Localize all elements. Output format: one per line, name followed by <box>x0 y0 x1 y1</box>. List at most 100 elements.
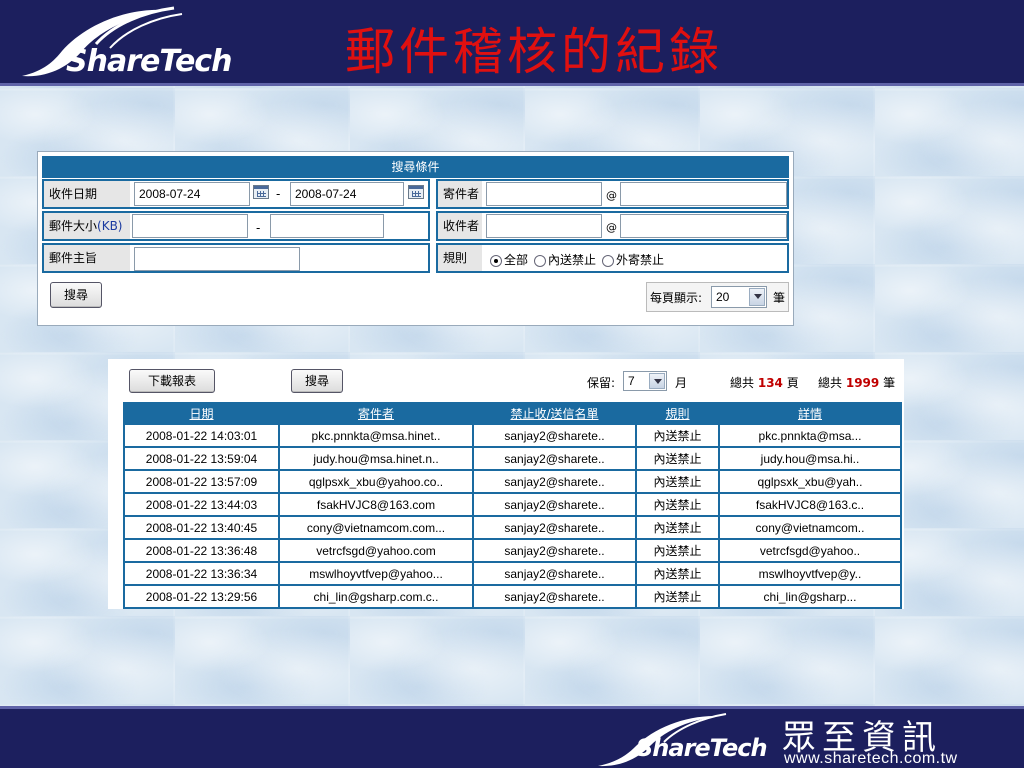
cell-details[interactable]: qglpsxk_xbu@yah.. <box>720 471 900 492</box>
results-panel: 下載報表 搜尋 保留: 7 月 總共 134 頁 總共 1999 筆 日期 寄件… <box>108 359 904 609</box>
cell-blocklist: sanjay2@sharete.. <box>474 471 635 492</box>
cell-blocklist: sanjay2@sharete.. <box>474 517 635 538</box>
rule-option-inbound-block[interactable]: 內送禁止 <box>534 251 596 268</box>
total-pages-count: 134 <box>757 376 783 390</box>
column-header-rule[interactable]: 規則 <box>637 404 718 423</box>
rule-option-outbound-block[interactable]: 外寄禁止 <box>602 251 664 268</box>
chevron-down-icon[interactable] <box>749 288 765 306</box>
cell-sender: pkc.pnnkta@msa.hinet.. <box>280 425 472 446</box>
table-row[interactable]: 2008-01-22 13:36:34 mswlhoyvtfvep@yahoo.… <box>125 563 900 584</box>
sharetech-logo: ShareTech <box>14 6 234 84</box>
cell-details[interactable]: vetrcfsgd@yahoo.. <box>720 540 900 561</box>
date-to-input[interactable]: 2008-07-24 <box>290 182 404 206</box>
table-row[interactable]: 2008-01-22 14:03:01 pkc.pnnkta@msa.hinet… <box>125 425 900 446</box>
mail-size-row: 郵件大小(KB) - <box>42 211 430 241</box>
cell-details[interactable]: pkc.pnnkta@msa... <box>720 425 900 446</box>
recipient-row: 收件者 @ <box>436 211 789 241</box>
size-range-separator: - <box>256 221 261 235</box>
cell-date: 2008-01-22 13:36:48 <box>125 540 278 561</box>
per-page-box: 每頁顯示: 20 筆 <box>646 282 789 312</box>
rule-row: 規則 全部 內送禁止 外寄禁止 <box>436 243 789 273</box>
footer-logo-wordmark: ShareTech <box>636 734 768 762</box>
column-header-blocklist[interactable]: 禁止收/送信名單 <box>474 404 635 423</box>
radio-selected-icon[interactable] <box>490 254 502 267</box>
logo-wordmark: ShareTech <box>66 44 232 79</box>
recipient-domain-input[interactable] <box>620 214 787 238</box>
retain-label: 保留: <box>587 376 616 390</box>
cell-blocklist: sanjay2@sharete.. <box>474 586 635 607</box>
cell-blocklist: sanjay2@sharete.. <box>474 448 635 469</box>
at-sign: @ <box>606 189 617 202</box>
cell-sender: cony@vietnamcom.com... <box>280 517 472 538</box>
chevron-down-icon[interactable] <box>649 373 665 389</box>
search-panel: 搜尋條件 收件日期 2008-07-24 - 2008-07-24 寄件者 @ … <box>37 151 794 326</box>
cell-rule: 內送禁止 <box>637 494 718 515</box>
received-date-row: 收件日期 2008-07-24 - 2008-07-24 <box>42 179 430 209</box>
radio-icon[interactable] <box>534 254 547 267</box>
cell-details[interactable]: cony@vietnamcom.. <box>720 517 900 538</box>
date-from-input[interactable]: 2008-07-24 <box>134 182 250 206</box>
cell-rule: 內送禁止 <box>637 540 718 561</box>
table-row[interactable]: 2008-01-22 13:40:45 cony@vietnamcom.com.… <box>125 517 900 538</box>
retain-months-select[interactable]: 7 <box>623 371 667 391</box>
total-items-count: 1999 <box>845 376 880 390</box>
cell-rule: 內送禁止 <box>637 563 718 584</box>
download-report-button[interactable]: 下載報表 <box>129 369 215 393</box>
radio-icon[interactable] <box>602 254 615 267</box>
cell-blocklist: sanjay2@sharete.. <box>474 494 635 515</box>
cell-sender: mswlhoyvtfvep@yahoo... <box>280 563 472 584</box>
total-items: 總共 1999 筆 <box>818 376 896 390</box>
at-sign: @ <box>606 221 617 234</box>
sender-row: 寄件者 @ <box>436 179 789 209</box>
cell-date: 2008-01-22 14:03:01 <box>125 425 278 446</box>
size-max-input[interactable] <box>270 214 384 238</box>
cell-blocklist: sanjay2@sharete.. <box>474 425 635 446</box>
header-bar: ShareTech 郵件稽核的紀錄 <box>0 0 1024 86</box>
cell-sender: qglpsxk_xbu@yahoo.co.. <box>280 471 472 492</box>
size-min-input[interactable] <box>132 214 248 238</box>
calendar-icon[interactable] <box>408 185 424 199</box>
cell-date: 2008-01-22 13:29:56 <box>125 586 278 607</box>
table-row[interactable]: 2008-01-22 13:29:56 chi_lin@gsharp.com.c… <box>125 586 900 607</box>
sender-user-input[interactable] <box>486 182 602 206</box>
cell-details[interactable]: judy.hou@msa.hi.. <box>720 448 900 469</box>
cell-date: 2008-01-22 13:44:03 <box>125 494 278 515</box>
recipient-user-input[interactable] <box>486 214 602 238</box>
rule-option-all[interactable]: 全部 <box>490 251 528 268</box>
column-header-date[interactable]: 日期 <box>125 404 278 423</box>
cell-blocklist: sanjay2@sharete.. <box>474 563 635 584</box>
table-row[interactable]: 2008-01-22 13:44:03 fsakHVJC8@163.com sa… <box>125 494 900 515</box>
cell-rule: 內送禁止 <box>637 517 718 538</box>
table-row[interactable]: 2008-01-22 13:36:48 vetrcfsgd@yahoo.com … <box>125 540 900 561</box>
cell-rule: 內送禁止 <box>637 586 718 607</box>
sender-domain-input[interactable] <box>620 182 787 206</box>
table-header-row: 日期 寄件者 禁止收/送信名單 規則 詳情 <box>125 404 900 423</box>
recipient-label: 收件者 <box>438 213 482 239</box>
table-row[interactable]: 2008-01-22 13:59:04 judy.hou@msa.hinet.n… <box>125 448 900 469</box>
cell-details[interactable]: mswlhoyvtfvep@y.. <box>720 563 900 584</box>
mail-size-label: 郵件大小(KB) <box>44 213 130 239</box>
cell-rule: 內送禁止 <box>637 425 718 446</box>
results-search-button[interactable]: 搜尋 <box>291 369 343 393</box>
cell-rule: 內送禁止 <box>637 471 718 492</box>
total-pages: 總共 134 頁 <box>730 376 799 390</box>
cell-sender: chi_lin@gsharp.com.c.. <box>280 586 472 607</box>
cell-date: 2008-01-22 13:59:04 <box>125 448 278 469</box>
retain-unit: 月 <box>675 376 688 390</box>
per-page-select[interactable]: 20 <box>711 286 767 308</box>
cell-blocklist: sanjay2@sharete.. <box>474 540 635 561</box>
column-header-sender[interactable]: 寄件者 <box>280 404 472 423</box>
cell-details[interactable]: fsakHVJC8@163.c.. <box>720 494 900 515</box>
search-button[interactable]: 搜尋 <box>50 282 102 308</box>
column-header-details[interactable]: 詳情 <box>720 404 900 423</box>
table-row[interactable]: 2008-01-22 13:57:09 qglpsxk_xbu@yahoo.co… <box>125 471 900 492</box>
date-range-separator: - <box>276 187 281 201</box>
calendar-icon[interactable] <box>253 185 269 199</box>
rule-label: 規則 <box>438 245 482 271</box>
cell-details[interactable]: chi_lin@gsharp... <box>720 586 900 607</box>
search-panel-title: 搜尋條件 <box>42 156 789 178</box>
per-page-unit: 筆 <box>773 291 786 305</box>
subject-label: 郵件主旨 <box>44 245 130 271</box>
subject-input[interactable] <box>134 247 300 271</box>
cell-date: 2008-01-22 13:36:34 <box>125 563 278 584</box>
